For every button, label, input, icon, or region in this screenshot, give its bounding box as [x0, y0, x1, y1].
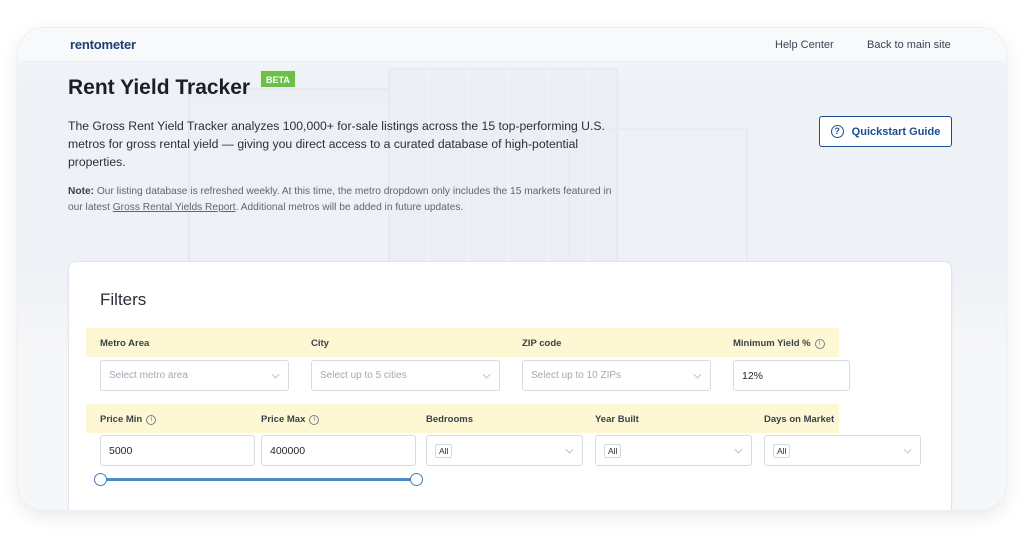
filters-heading: Filters [100, 290, 147, 309]
page-description: The Gross Rent Yield Tracker analyzes 10… [68, 119, 605, 169]
chevron-down-icon [565, 445, 574, 454]
price-min-value: 5000 [109, 444, 133, 457]
minimum-yield-value: 12% [742, 369, 764, 382]
price-min-label: Price Min i [100, 414, 157, 425]
city-label: City [311, 338, 329, 349]
days-on-market-label: Days on Market [764, 414, 835, 425]
info-icon[interactable]: i [814, 338, 825, 349]
zip-code-placeholder: Select up to 10 ZIPs [531, 370, 622, 381]
label-highlight-row-1 [86, 328, 839, 357]
note-text-2: . Additional metros will be added in fut… [235, 202, 464, 213]
page-title: Rent Yield Tracker [68, 76, 251, 99]
price-min-slider-handle[interactable] [93, 473, 107, 486]
metro-area-select[interactable]: Select metro area [100, 360, 289, 391]
metro-area-label: Metro Area [100, 338, 150, 349]
top-navigation-bar: rentometer Help Center Back to main site [18, 28, 1006, 62]
back-to-main-site-link[interactable]: Back to main site [867, 39, 951, 51]
bedrooms-label: Bedrooms [426, 414, 473, 425]
year-built-selected-tag: All [604, 443, 622, 458]
database-note: Note: Our listing database is refreshed … [68, 184, 628, 216]
beta-badge: BETA [260, 70, 296, 88]
chevron-down-icon [734, 445, 743, 454]
days-on-market-selected-tag: All [773, 443, 791, 458]
days-on-market-select[interactable]: All [764, 435, 921, 466]
note-label: Note: [68, 186, 95, 197]
bedrooms-selected-tag: All [435, 443, 453, 458]
year-built-select[interactable]: All [595, 435, 752, 466]
info-icon[interactable]: i [309, 414, 320, 425]
minimum-yield-input[interactable]: 12% [733, 360, 850, 391]
chevron-down-icon [482, 370, 491, 379]
price-max-value: 400000 [270, 444, 306, 457]
rentometer-logo[interactable]: rentometer [70, 37, 136, 52]
zip-code-label: ZIP code [522, 338, 562, 349]
filters-panel: Filters Metro Area City ZIP code Minimum… [68, 261, 952, 510]
gross-rental-yields-report-link[interactable]: Gross Rental Yields Report [113, 202, 236, 213]
info-icon[interactable]: i [146, 414, 157, 425]
chevron-down-icon [271, 370, 280, 379]
zip-code-select[interactable]: Select up to 10 ZIPs [522, 360, 711, 391]
price-max-slider-handle[interactable] [409, 473, 423, 486]
price-range-slider-track[interactable] [100, 478, 416, 481]
chevron-down-icon [693, 370, 702, 379]
quickstart-guide-button[interactable]: ? Quickstart Guide [819, 116, 952, 147]
minimum-yield-label: Minimum Yield % i [733, 338, 825, 349]
metro-area-placeholder: Select metro area [109, 370, 188, 381]
app-window: rentometer Help Center Back to main site… [18, 28, 1006, 510]
price-max-input[interactable]: 400000 [261, 435, 416, 466]
help-center-link[interactable]: Help Center [775, 39, 834, 51]
quickstart-guide-label: Quickstart Guide [851, 125, 941, 138]
year-built-label: Year Built [595, 414, 639, 425]
bedrooms-select[interactable]: All [426, 435, 583, 466]
city-select[interactable]: Select up to 5 cities [311, 360, 500, 391]
price-min-input[interactable]: 5000 [100, 435, 255, 466]
chevron-down-icon [903, 445, 912, 454]
question-circle-icon: ? [830, 125, 844, 138]
city-placeholder: Select up to 5 cities [320, 370, 407, 381]
price-max-label: Price Max i [261, 414, 320, 425]
